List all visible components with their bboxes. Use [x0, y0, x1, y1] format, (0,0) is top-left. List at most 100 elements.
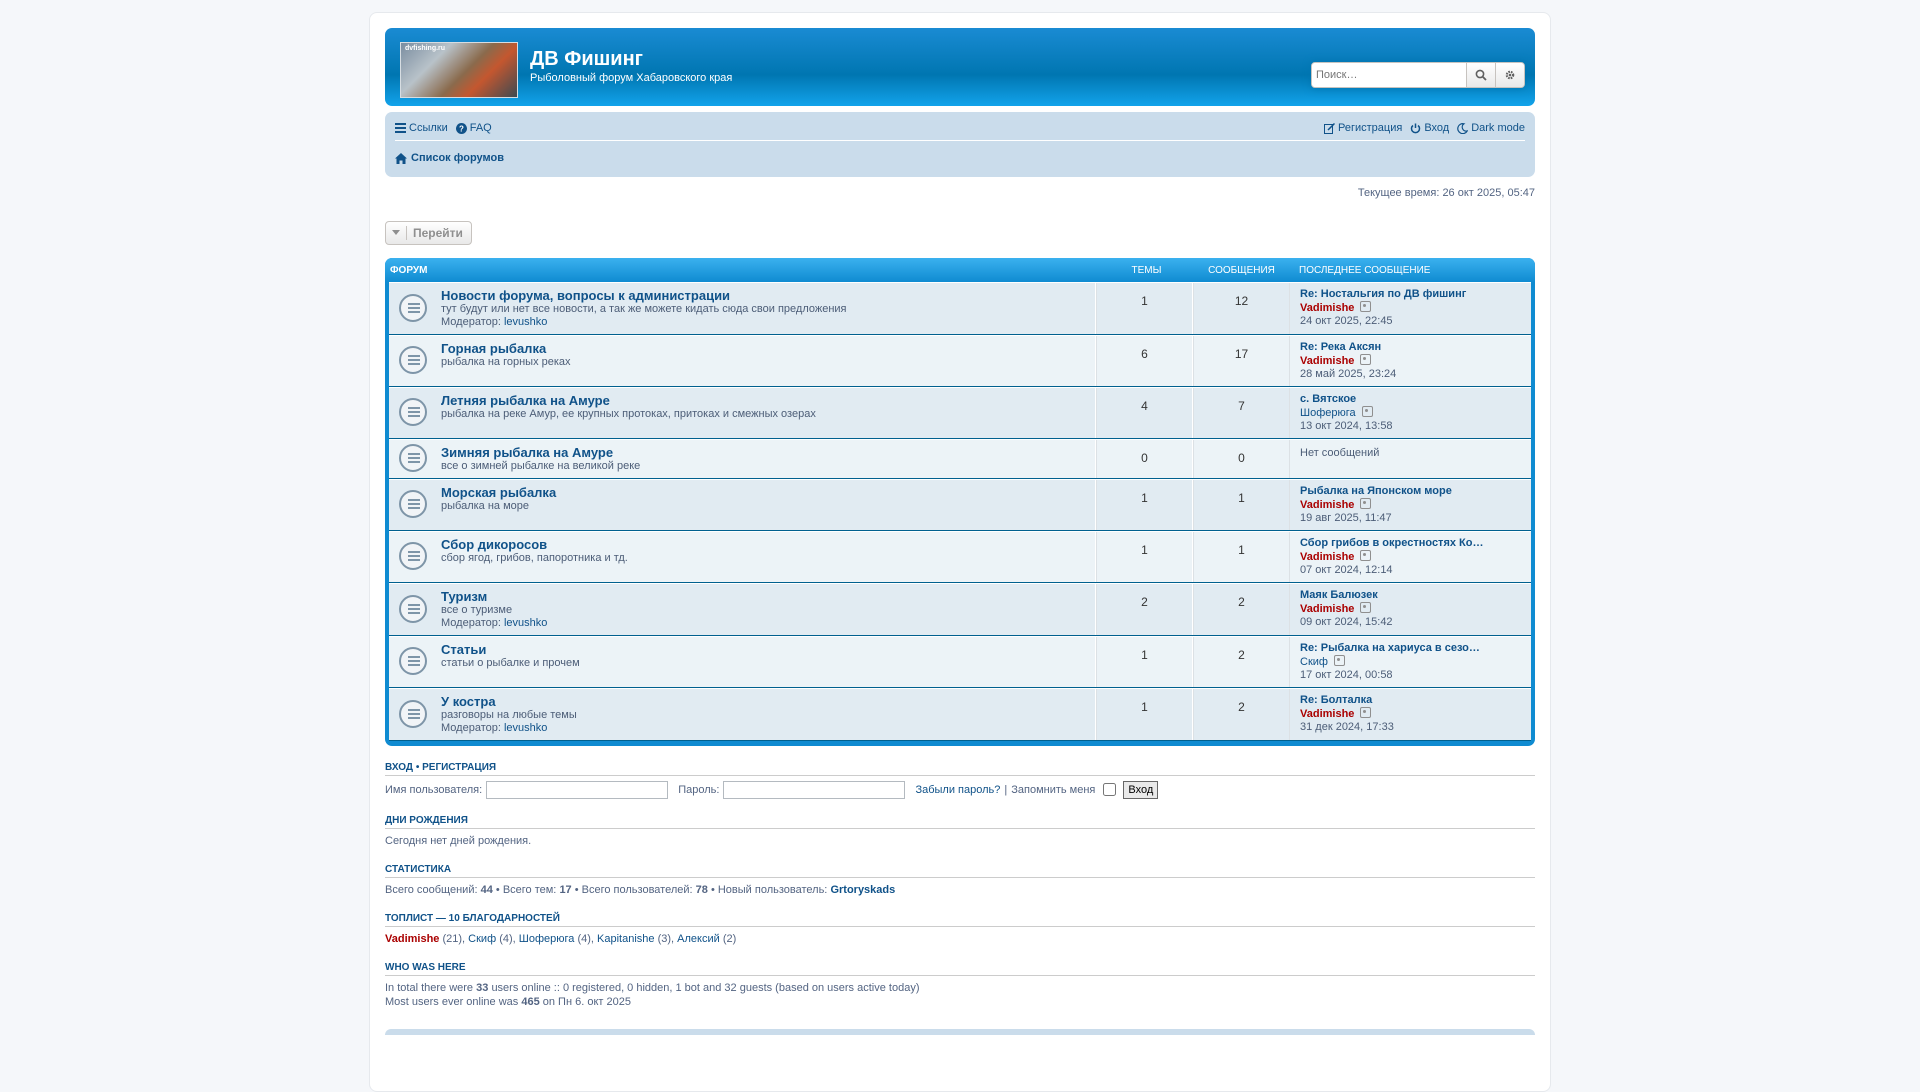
- forum-read-icon: [399, 346, 427, 374]
- login-submit-button[interactable]: Вход: [1123, 780, 1159, 799]
- toplist-user-link[interactable]: Kapitanishe: [597, 933, 655, 945]
- stat-newest-user-link[interactable]: Grtoryskads: [830, 884, 895, 896]
- power-icon: [1411, 123, 1421, 133]
- forum-posts-count: 2: [1193, 689, 1289, 740]
- forum-description: рыбалка на море: [441, 500, 529, 512]
- last-post-cell: Нет сообщений: [1289, 440, 1531, 478]
- jump-to-label: Перейти: [413, 226, 463, 240]
- forum-posts-count: 0: [1193, 440, 1289, 478]
- forum-title-link[interactable]: Горная рыбалка: [441, 341, 1095, 356]
- nav-login[interactable]: Вход: [1410, 122, 1449, 134]
- view-latest-post-icon[interactable]: [1361, 406, 1373, 417]
- last-post-cell: Рыбалка на Японском море Vadimishe 19 авг …: [1289, 480, 1531, 530]
- nav-links-label: Ссылки: [409, 122, 448, 134]
- toplist-user-link[interactable]: Шоферюга: [519, 933, 575, 945]
- remember-checkbox[interactable]: [1103, 783, 1117, 796]
- view-latest-post-icon[interactable]: [1360, 602, 1372, 613]
- forgot-password-link[interactable]: Забыли пароль?: [915, 784, 1000, 796]
- forum-read-icon: [399, 444, 427, 472]
- forum-topics-count: 4: [1096, 388, 1193, 438]
- moderator-label: Модератор:: [441, 722, 501, 734]
- forum-read-icon: [399, 647, 427, 675]
- forum-title-link[interactable]: У костра: [441, 694, 1095, 709]
- moderator-link[interactable]: levushko: [504, 722, 547, 734]
- last-post-author-link[interactable]: Шоферюга: [1300, 407, 1356, 419]
- forum-read-icon: [399, 542, 427, 570]
- register-link[interactable]: Регистрация: [422, 762, 496, 773]
- last-post-title-link[interactable]: Сбор грибов в окрестностях Ко…: [1300, 537, 1521, 550]
- forum-row: Горная рыбалка рыбалка на горных реках 6 17…: [389, 335, 1531, 387]
- last-post-title-link[interactable]: Re: Рыбалка на хариуса в сезо…: [1300, 642, 1521, 655]
- search-button[interactable]: [1466, 63, 1495, 87]
- view-latest-post-icon[interactable]: [1360, 301, 1372, 312]
- nav-faq[interactable]: ? FAQ: [455, 122, 492, 134]
- last-post-title-link[interactable]: Re: Река Аксян: [1300, 341, 1521, 354]
- site-logo[interactable]: dvfishing.ru: [400, 42, 518, 98]
- toplist-user-link[interactable]: Алексий: [677, 933, 720, 945]
- forum-row: Летняя рыбалка на Амуре рыбалка на реке А…: [389, 387, 1531, 439]
- last-post-cell: Сбор грибов в окрестностях Ко… Vadimishe 0…: [1289, 532, 1531, 582]
- forum-title-link[interactable]: Морская рыбалка: [441, 485, 1095, 500]
- stat-newest-label: Новый пользователь:: [717, 884, 828, 896]
- nav-links-menu[interactable]: Ссылки: [395, 122, 448, 134]
- last-post-author-link[interactable]: Vadimishe: [1300, 302, 1354, 314]
- forum-description: все о зимней рыбалке на великой реке: [441, 460, 641, 472]
- separator: [406, 226, 407, 240]
- toplist-user-link[interactable]: Скиф: [468, 933, 496, 945]
- who-line-1: In total there were 33 users online :: 0…: [385, 981, 1535, 995]
- forum-description: рыбалка на реке Амур, ее крупных протока…: [441, 408, 816, 420]
- toplist-count: (2): [722, 933, 737, 945]
- toplist-user-link[interactable]: Vadimishe: [385, 933, 439, 945]
- password-label: Пароль:: [678, 783, 720, 796]
- last-post-author-link[interactable]: Vadimishe: [1300, 708, 1354, 720]
- jump-to-button[interactable]: Перейти: [385, 221, 472, 245]
- last-post-title-link[interactable]: с. Вятское: [1300, 393, 1521, 406]
- who-line-2: Most users ever online was 465 on Пн 6. …: [385, 995, 1535, 1009]
- moderator-link[interactable]: levushko: [504, 617, 547, 629]
- nav-dark-mode[interactable]: Dark mode: [1457, 122, 1525, 134]
- nav-register[interactable]: Регистрация: [1324, 122, 1402, 134]
- advanced-search-button[interactable]: [1495, 63, 1524, 87]
- stat-posts-value: 44: [480, 884, 493, 896]
- view-latest-post-icon[interactable]: [1360, 498, 1372, 509]
- view-latest-post-icon[interactable]: [1360, 354, 1372, 365]
- username-input[interactable]: [486, 780, 669, 799]
- last-post-title-link[interactable]: Маяк Балюзек: [1300, 589, 1521, 602]
- view-latest-post-icon[interactable]: [1333, 655, 1345, 666]
- view-latest-post-icon[interactable]: [1360, 550, 1372, 561]
- view-latest-post-icon[interactable]: [1360, 707, 1372, 718]
- forum-posts-count: 1: [1193, 480, 1289, 530]
- caret-down-icon: [392, 230, 400, 235]
- forum-posts-count: 2: [1193, 584, 1289, 635]
- last-post-author-link[interactable]: Vadimishe: [1300, 551, 1354, 563]
- last-post-title-link[interactable]: Re: Ностальгия по ДВ фишинг: [1300, 288, 1521, 301]
- forum-title-link[interactable]: Зимняя рыбалка на Амуре: [441, 445, 1095, 460]
- forum-title-link[interactable]: Летняя рыбалка на Амуре: [441, 393, 1095, 408]
- last-post-author-link[interactable]: Скиф: [1300, 656, 1328, 668]
- forum-cell: Морская рыбалка рыбалка на море: [389, 480, 1096, 530]
- forum-title-link[interactable]: Статьи: [441, 642, 1095, 657]
- last-post-author-link[interactable]: Vadimishe: [1300, 499, 1354, 511]
- forum-cell: Горная рыбалка рыбалка на горных реках: [389, 336, 1096, 386]
- moderator-link[interactable]: levushko: [504, 316, 547, 328]
- breadcrumb[interactable]: Список форумов: [395, 152, 504, 164]
- last-post-cell: Re: Река Аксян Vadimishe 28 май 2025, 23:2…: [1289, 336, 1531, 386]
- last-post-title-link[interactable]: Рыбалка на Японском море: [1300, 485, 1521, 498]
- last-post-author-link[interactable]: Vadimishe: [1300, 603, 1354, 615]
- password-input[interactable]: [723, 780, 906, 799]
- last-post-author-link[interactable]: Vadimishe: [1300, 355, 1354, 367]
- last-post-date: 07 окт 2024, 12:14: [1300, 564, 1393, 576]
- forum-posts-count: 7: [1193, 388, 1289, 438]
- login-link[interactable]: Вход: [385, 762, 413, 773]
- search-input[interactable]: [1312, 63, 1466, 87]
- forum-title-link[interactable]: Туризм: [441, 589, 1095, 604]
- site-title[interactable]: ДВ Фишинг: [530, 48, 643, 71]
- last-post-date: 24 окт 2025, 22:45: [1300, 315, 1393, 327]
- forum-title-link[interactable]: Новости форума, вопросы к администрации: [441, 288, 1095, 303]
- search-box: [1311, 62, 1525, 88]
- login-header-sep: •: [415, 762, 420, 773]
- last-post-title-link[interactable]: Re: Болталка: [1300, 694, 1521, 707]
- forum-topics-count: 1: [1096, 689, 1193, 740]
- login-header: Вход • Регистрация: [385, 762, 1535, 776]
- forum-title-link[interactable]: Сбор дикоросов: [441, 537, 1095, 552]
